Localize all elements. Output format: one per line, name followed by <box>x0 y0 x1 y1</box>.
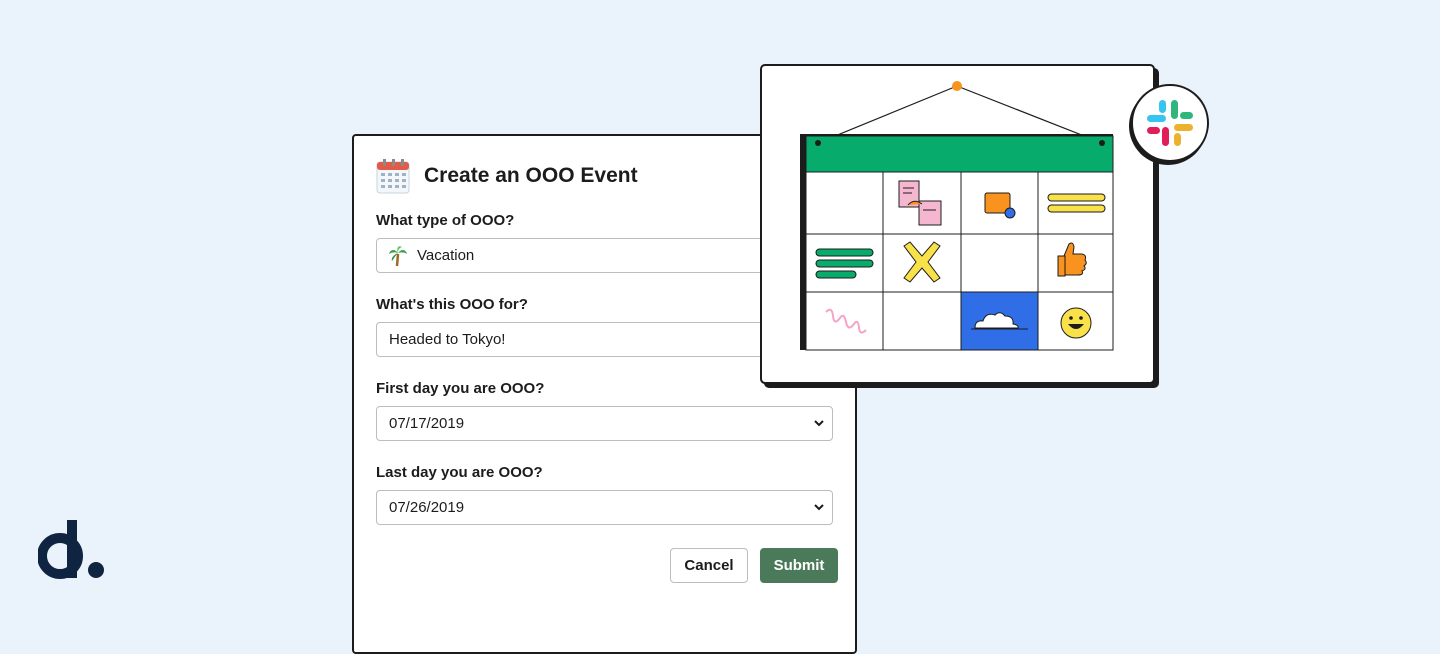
smiley-icon <box>1060 307 1092 339</box>
submit-button[interactable]: Submit <box>760 548 838 583</box>
pin-icon <box>952 81 962 91</box>
calendar-illustration-card <box>760 64 1155 384</box>
first-day-label: First day you are OOO? <box>376 380 545 397</box>
calendar-icon <box>376 159 410 194</box>
cancel-button[interactable]: Cancel <box>670 548 748 583</box>
last-day-select[interactable]: 07/26/2019 <box>376 490 833 525</box>
wall-calendar-illustration <box>800 81 1114 351</box>
chevron-down-icon <box>806 420 832 427</box>
modal-header: Create an OOO Event <box>376 158 638 194</box>
first-day-value: 07/17/2019 <box>389 415 465 432</box>
chevron-down-icon <box>806 504 832 511</box>
palm-tree-icon <box>389 245 407 266</box>
ooo-reason-label: What's this OOO for? <box>376 296 528 313</box>
last-day-label: Last day you are OOO? <box>376 464 543 481</box>
slack-logo-icon <box>1147 100 1193 146</box>
brand-logo-icon <box>38 520 104 579</box>
last-day-value: 07/26/2019 <box>389 499 465 516</box>
modal-title: Create an OOO Event <box>424 164 638 187</box>
first-day-select[interactable]: 07/17/2019 <box>376 406 833 441</box>
ooo-type-label: What type of OOO? <box>376 212 515 229</box>
slack-logo-badge <box>1131 84 1209 162</box>
